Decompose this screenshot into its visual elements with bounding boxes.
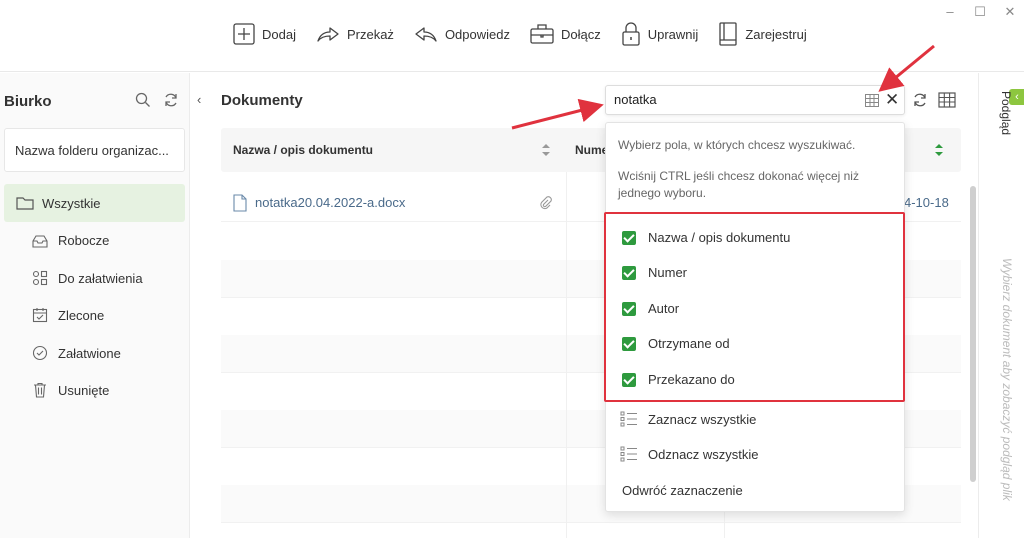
search-icon[interactable] (135, 92, 151, 108)
column-header-number[interactable]: Nume (575, 143, 608, 157)
column-divider (566, 172, 567, 538)
add-button[interactable]: Dodaj (233, 23, 296, 45)
preview-hint: Wybierz dokument aby zobaczyć podgląd pl… (1000, 258, 1014, 501)
briefcase-icon (530, 24, 554, 44)
search-input[interactable] (614, 92, 854, 107)
trash-icon (34, 382, 46, 398)
column-header-name[interactable]: Nazwa / opis dokumentu (233, 143, 373, 157)
toolbar: Dodaj Przekaż Odpowiedz Dołącz Uprawnij … (0, 0, 1024, 72)
sidebar-item-label: Usunięte (58, 382, 110, 398)
select-all-button[interactable]: Zaznacz wszystkie (620, 411, 756, 427)
sidebar: Biurko Nazwa folderu organizac... Wszyst… (0, 73, 190, 538)
field-option-label: Otrzymane od (648, 336, 730, 351)
ctrl-hint: Wciśnij CTRL jeśli chcesz dokonać więcej… (618, 169, 859, 200)
collapse-sidebar-icon[interactable]: ‹ (197, 92, 201, 107)
checkbox-checked[interactable] (622, 230, 636, 245)
permissions-button-label: Uprawnij (647, 26, 699, 42)
fields-hint: Wybierz pola, w których chcesz wyszukiwa… (618, 138, 856, 152)
tasks-icon (32, 270, 48, 286)
preview-panel: ‹ Podgląd Wybierz dokument aby zobaczyć … (978, 73, 1024, 538)
calendar-icon (32, 308, 48, 323)
grid-view-icon[interactable] (938, 92, 956, 108)
search-box: ✕ (605, 85, 905, 115)
search-fields-dropdown: Wybierz pola, w których chcesz wyszukiwa… (605, 122, 905, 512)
checkbox-checked[interactable] (622, 301, 636, 316)
preview-label[interactable]: Podgląd (999, 91, 1013, 135)
refresh-icon[interactable] (163, 92, 179, 108)
field-option-author[interactable]: Autor (622, 301, 679, 316)
checkbox-checked[interactable] (622, 372, 636, 387)
check-circle-icon (32, 345, 48, 361)
clear-search-icon[interactable]: ✕ (885, 91, 899, 109)
page-title: Dokumenty (221, 92, 303, 109)
field-option-label: Numer (648, 265, 688, 280)
sidebar-item-deleted[interactable]: Usunięte (32, 382, 109, 398)
checkbox-checked[interactable] (622, 336, 636, 351)
attach-button[interactable]: Dołącz (530, 23, 601, 45)
scrollbar[interactable] (970, 186, 976, 482)
document-name: notatka20.04.2022-a.docx (255, 195, 406, 210)
inbox-icon (32, 234, 48, 248)
reply-arrow-icon (415, 27, 437, 42)
sort-icon[interactable] (541, 142, 551, 158)
search-fields-icon[interactable] (865, 94, 879, 107)
deselect-all-button[interactable]: Odznacz wszystkie (620, 446, 759, 462)
permissions-button[interactable]: Uprawnij (621, 22, 699, 46)
deselect-all-label: Odznacz wszystkie (648, 446, 759, 462)
field-option-number[interactable]: Numer (622, 265, 687, 280)
add-button-label: Dodaj (262, 26, 296, 42)
sidebar-item-label: Wszystkie (42, 195, 101, 211)
sidebar-item-label: Zlecone (58, 307, 105, 323)
sidebar-item-done[interactable]: Załatwione (32, 345, 121, 361)
field-option-label: Autor (648, 301, 680, 316)
forward-button[interactable]: Przekaż (316, 24, 394, 44)
plus-square-icon (233, 23, 255, 45)
sidebar-item-label: Do załatwienia (58, 270, 143, 286)
document-icon (233, 193, 247, 212)
forward-arrow-icon (317, 27, 339, 42)
sidebar-item-todo[interactable]: Do załatwienia (32, 270, 143, 286)
reply-button[interactable]: Odpowiedz (414, 24, 510, 44)
document-date: 4-10-18 (904, 195, 949, 210)
field-option-forwarded-to[interactable]: Przekazano do (622, 372, 735, 387)
checklist-icon (620, 411, 637, 427)
sidebar-item-label: Załatwione (58, 345, 121, 361)
lock-icon (622, 22, 640, 46)
reply-button-label: Odpowiedz (444, 26, 510, 42)
field-option-label: Przekazano do (648, 372, 735, 387)
annotation-arrow (511, 98, 604, 130)
paperclip-icon (540, 196, 552, 210)
refresh-icon[interactable] (912, 92, 928, 108)
field-option-label: Nazwa / opis dokumentu (648, 230, 791, 245)
field-option-name[interactable]: Nazwa / opis dokumentu (622, 230, 790, 245)
sort-desc-icon[interactable] (934, 142, 944, 158)
field-option-received-from[interactable]: Otrzymane od (622, 336, 730, 351)
register-book-icon (719, 22, 737, 46)
folder-select[interactable]: Nazwa folderu organizac... (4, 128, 185, 172)
select-all-label: Zaznacz wszystkie (648, 411, 757, 427)
sidebar-item-drafts[interactable]: Robocze (32, 233, 109, 248)
sidebar-item-all[interactable]: Wszystkie (4, 184, 185, 222)
checkbox-checked[interactable] (622, 265, 636, 280)
sidebar-title: Biurko (4, 93, 52, 110)
forward-button-label: Przekaż (346, 26, 394, 42)
invert-selection-button[interactable]: Odwróć zaznaczenie (622, 483, 743, 498)
sidebar-item-label: Robocze (58, 233, 110, 248)
register-button[interactable]: Zarejestruj (718, 22, 807, 46)
register-button-label: Zarejestruj (745, 26, 807, 42)
attach-button-label: Dołącz (560, 26, 601, 42)
folder-icon (16, 197, 34, 210)
checklist-icon (620, 446, 637, 462)
sidebar-item-ordered[interactable]: Zlecone (32, 307, 104, 323)
